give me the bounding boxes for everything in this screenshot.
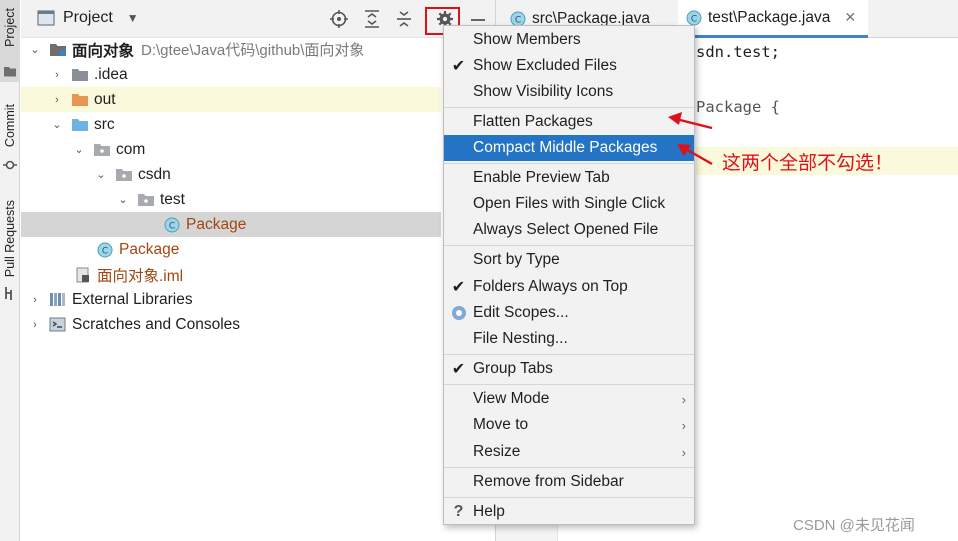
tree-item-test-package[interactable]: C Package — [21, 212, 441, 237]
excluded-folder-icon — [71, 92, 89, 108]
tree-item-iml[interactable]: 面向对象.iml — [21, 262, 441, 287]
menu-separator — [444, 163, 694, 164]
chevron-down-icon[interactable]: ⌄ — [95, 168, 107, 181]
tree-item-csdn[interactable]: ⌄ csdn — [21, 162, 441, 187]
folder-icon — [71, 67, 89, 83]
scratches-icon — [49, 317, 67, 333]
menu-separator — [444, 384, 694, 385]
package-icon — [137, 192, 155, 208]
tool-window-strip: Project Commit Pull Requests — [0, 0, 20, 541]
code-line-package[interactable]: sdn.test; — [696, 43, 780, 61]
menu-separator — [444, 497, 694, 498]
tool-tab-commit[interactable]: Commit — [0, 100, 20, 175]
menu-item-compact-middle-packages[interactable]: Compact Middle Packages — [444, 135, 694, 161]
menu-item-help[interactable]: ? Help — [444, 499, 694, 525]
commit-icon — [3, 160, 17, 170]
menu-item-show-visibility-icons[interactable]: Show Visibility Icons — [444, 79, 694, 105]
svg-text:C: C — [515, 16, 521, 26]
tab-test-package-java[interactable]: C test\Package.java ✕ — [678, 0, 868, 38]
svg-text:C: C — [691, 14, 697, 24]
chevron-down-icon: ▼ — [126, 11, 139, 25]
tree-item-src-package[interactable]: C Package — [21, 237, 441, 262]
chevron-down-icon[interactable]: ⌄ — [117, 193, 129, 206]
checkmark-icon: ✔ — [451, 361, 466, 378]
menu-separator — [444, 467, 694, 468]
tool-tab-pull-requests[interactable]: Pull Requests — [0, 196, 20, 306]
tree-item-src[interactable]: ⌄ src — [21, 112, 441, 137]
menu-item-folders-on-top[interactable]: ✔ Folders Always on Top — [444, 274, 694, 300]
chevron-right-icon[interactable]: › — [29, 294, 41, 306]
checkmark-icon: ✔ — [451, 279, 466, 296]
locate-icon — [330, 10, 348, 28]
package-icon — [115, 167, 133, 183]
module-folder-icon — [49, 42, 67, 58]
menu-separator — [444, 245, 694, 246]
expand-all-button[interactable] — [362, 9, 382, 29]
project-panel-header: Project ▼ — [21, 0, 495, 38]
tree-item-test[interactable]: ⌄ test — [21, 187, 441, 212]
close-icon[interactable]: ✕ — [844, 9, 856, 26]
menu-item-move-to[interactable]: Move to › — [444, 412, 694, 438]
menu-item-flatten-packages[interactable]: Flatten Packages — [444, 109, 694, 135]
expand-all-icon — [365, 10, 379, 28]
java-class-icon: C — [163, 217, 181, 233]
checkmark-icon: ✔ — [451, 58, 466, 75]
menu-item-open-single-click[interactable]: Open Files with Single Click — [444, 191, 694, 217]
package-icon — [93, 142, 111, 158]
source-folder-icon — [71, 117, 89, 133]
menu-item-always-select-opened[interactable]: Always Select Opened File — [444, 217, 694, 243]
menu-item-enable-preview-tab[interactable]: Enable Preview Tab — [444, 165, 694, 191]
collapse-all-icon — [397, 11, 411, 27]
menu-item-remove-from-sidebar[interactable]: Remove from Sidebar — [444, 469, 694, 495]
svg-text:C: C — [169, 221, 175, 231]
project-window-icon — [37, 10, 55, 26]
tree-item-idea[interactable]: › .idea — [21, 62, 441, 87]
tree-item-scratches[interactable]: › Scratches and Consoles — [21, 312, 441, 337]
chevron-right-icon: › — [681, 391, 686, 407]
radio-icon — [451, 306, 466, 320]
chevron-down-icon[interactable]: ⌄ — [29, 43, 41, 56]
menu-item-show-excluded-files[interactable]: ✔ Show Excluded Files — [444, 53, 694, 79]
tree-item-com[interactable]: ⌄ com — [21, 137, 441, 162]
svg-text:C: C — [102, 246, 108, 256]
tool-tab-project[interactable]: Project — [0, 0, 20, 82]
menu-item-group-tabs[interactable]: ✔ Group Tabs — [444, 356, 694, 382]
folder-icon — [4, 67, 16, 77]
menu-item-edit-scopes[interactable]: Edit Scopes... — [444, 300, 694, 326]
project-title: Project — [63, 9, 113, 26]
chevron-right-icon[interactable]: › — [51, 69, 63, 81]
watermark: CSDN @未见花闻 — [793, 517, 915, 534]
library-icon — [49, 292, 67, 308]
menu-separator — [444, 107, 694, 108]
chevron-right-icon[interactable]: › — [51, 94, 63, 106]
project-view-selector[interactable]: Project ▼ — [37, 9, 139, 27]
menu-separator — [444, 354, 694, 355]
annotation-text: 这两个全部不勾选！ — [722, 152, 894, 174]
menu-item-show-members[interactable]: Show Members — [444, 27, 694, 53]
help-icon: ? — [453, 503, 464, 520]
java-class-icon: C — [96, 242, 114, 258]
tree-item-external-libraries[interactable]: › External Libraries — [21, 287, 441, 312]
tree-item-out[interactable]: › out — [21, 87, 441, 112]
code-line-class[interactable]: Package { — [696, 98, 780, 116]
menu-item-file-nesting[interactable]: File Nesting... — [444, 326, 694, 352]
chevron-down-icon[interactable]: ⌄ — [51, 118, 63, 131]
collapse-all-button[interactable] — [394, 9, 414, 29]
chevron-right-icon[interactable]: › — [29, 319, 41, 331]
menu-item-view-mode[interactable]: View Mode › — [444, 386, 694, 412]
locate-button[interactable] — [329, 9, 349, 29]
menu-item-resize[interactable]: Resize › — [444, 439, 694, 465]
chevron-right-icon: › — [681, 417, 686, 433]
java-class-icon: C — [686, 10, 702, 25]
chevron-right-icon: › — [681, 444, 686, 460]
options-context-menu: Show Members ✔ Show Excluded Files Show V… — [443, 25, 695, 525]
iml-file-icon — [74, 267, 92, 283]
tree-item-root[interactable]: ⌄ 面向对象 D:\gtee\Java代码\github\面向对象 — [21, 37, 441, 62]
pull-request-icon — [5, 287, 12, 300]
chevron-down-icon[interactable]: ⌄ — [73, 143, 85, 156]
menu-item-sort-by-type[interactable]: Sort by Type — [444, 247, 694, 273]
